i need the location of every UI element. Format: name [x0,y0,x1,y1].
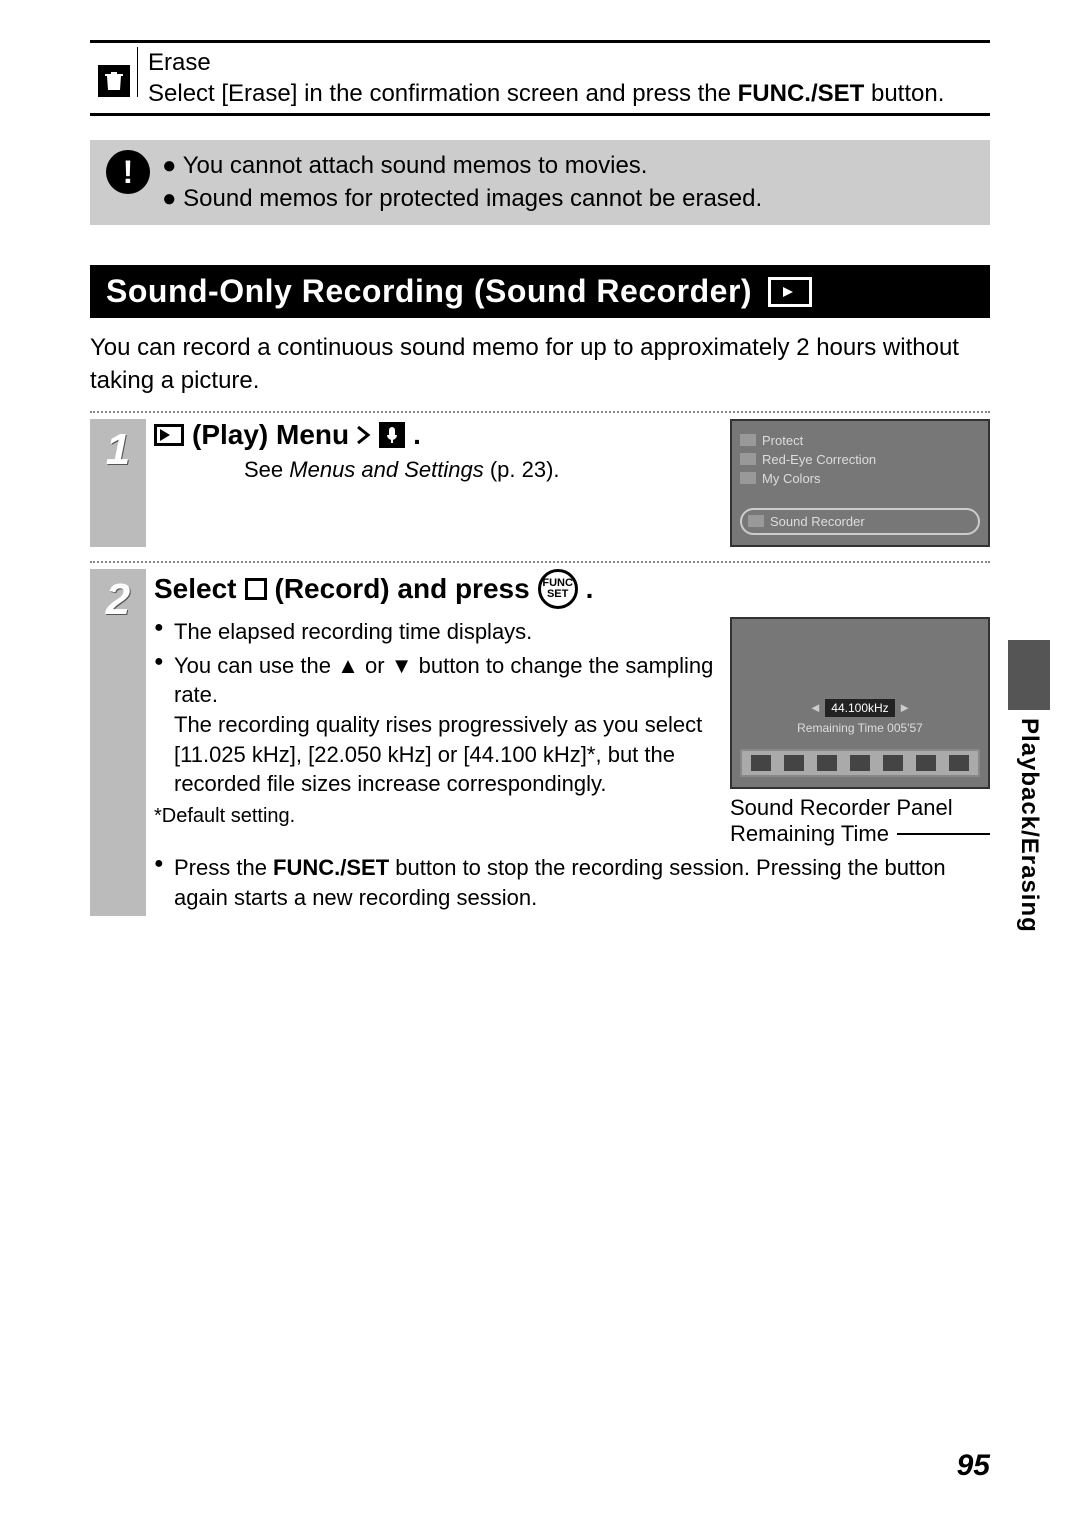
lcd-screenshot-1: Protect Red-Eye Correction My Colors Sou… [730,419,990,547]
erase-body: Select [Erase] in the confirmation scree… [148,78,944,109]
delete-icon [949,755,969,771]
b2-d: The recording quality rises progressivel… [174,712,702,796]
step1-title: (Play) Menu . [154,419,718,451]
play-icon [817,755,837,771]
lcd-screenshot-2: ◄ 44.100kHz ► Remaining Time 005'57 [730,617,990,789]
warning-icon: ! [106,150,150,194]
intro-text: You can record a continuous sound memo f… [90,332,990,397]
step2-title-a: Select [154,573,237,605]
b2-a: You can use the [174,653,337,678]
period: . [413,419,421,451]
step1-sub-ital: Menus and Settings [289,457,483,482]
trash-icon [98,65,130,97]
step1-sub-post: (p. 23). [484,457,560,482]
record-icon [784,755,804,771]
key-icon [740,434,756,446]
step-number: 2 [106,575,130,625]
sampling-rate: 44.100kHz [825,699,894,717]
step2-title: Select (Record) and press FUNC SET . [154,569,990,609]
caution-item: Sound memos for protected images cannot … [162,183,762,215]
step-number-column: 1 [90,419,146,547]
caution-box: ! You cannot attach sound memos to movie… [90,140,990,225]
erase-block: Erase Select [Erase] in the confirmation… [90,40,990,116]
erase-text: Erase Select [Erase] in the confirmation… [138,47,954,109]
microphone-icon [748,515,764,527]
func-set-button-icon: FUNC SET [538,569,578,609]
lcd-item-selected: Sound Recorder [770,514,865,529]
lcd-item: Red-Eye Correction [762,452,876,467]
caution-item: You cannot attach sound memos to movies. [162,150,762,182]
page-number: 95 [957,1449,990,1483]
step1-title-text: (Play) Menu [192,419,349,451]
erase-icon-cell [90,47,138,97]
func-set-label: FUNC./SET [738,80,865,107]
step-number-column: 2 [90,569,146,916]
erase-title: Erase [148,47,944,78]
microphone-icon [379,422,405,448]
step2-bullet-2: You can use the or button to change the … [154,651,718,799]
record-icon [245,578,267,600]
step1-subtext: See Menus and Settings (p. 23). [244,457,718,483]
step-1: 1 (Play) Menu . [90,411,990,547]
chevron-right-icon [357,426,371,444]
step-2: 2 Select (Record) and press FUNC SET . T… [90,561,990,916]
tab-label: Playback/Erasing [1015,718,1043,933]
section-tab: Playback/Erasing [1008,640,1050,933]
forward-icon [883,755,903,771]
step2-bullet-3: Press the FUNC./SET button to stop the r… [154,853,990,912]
step-number: 1 [106,425,130,475]
remaining-time: Remaining Time 005'57 [740,721,980,735]
lcd-item: My Colors [762,471,821,486]
panel-caption: Sound Recorder Panel [730,795,990,821]
tab-marker [1008,640,1050,710]
section-heading: Sound-Only Recording (Sound Recorder) [90,265,990,318]
lcd-highlight: Sound Recorder [740,508,980,535]
func-set-label: FUNC./SET [273,855,389,880]
playback-icon [154,424,184,446]
step2-title-b: (Record) and press [275,573,530,605]
arrow-up-icon [337,651,359,681]
caution-list: You cannot attach sound memos to movies.… [162,150,762,215]
remaining-caption: Remaining Time [730,821,990,847]
step1-sub-pre: See [244,457,289,482]
arrow-down-icon [391,651,413,681]
step2-bullet-1: The elapsed recording time displays. [154,617,718,647]
volume-icon [916,755,936,771]
b2-b: or [365,653,391,678]
lcd-item: Protect [762,433,803,448]
remaining-caption-text: Remaining Time [730,821,889,847]
exit-icon [751,755,771,771]
rewind-icon [850,755,870,771]
period: . [586,573,594,605]
palette-icon [740,472,756,484]
heading-text: Sound-Only Recording (Sound Recorder) [106,273,752,310]
eye-icon [740,453,756,465]
callout-line [897,833,990,835]
playback-mode-icon [768,277,812,307]
erase-body-post: button. [864,80,944,107]
erase-body-pre: Select [Erase] in the confirmation scree… [148,80,738,107]
recorder-controls [740,749,980,777]
default-footnote: *Default setting. [154,803,718,830]
b3-a: Press the [174,855,273,880]
